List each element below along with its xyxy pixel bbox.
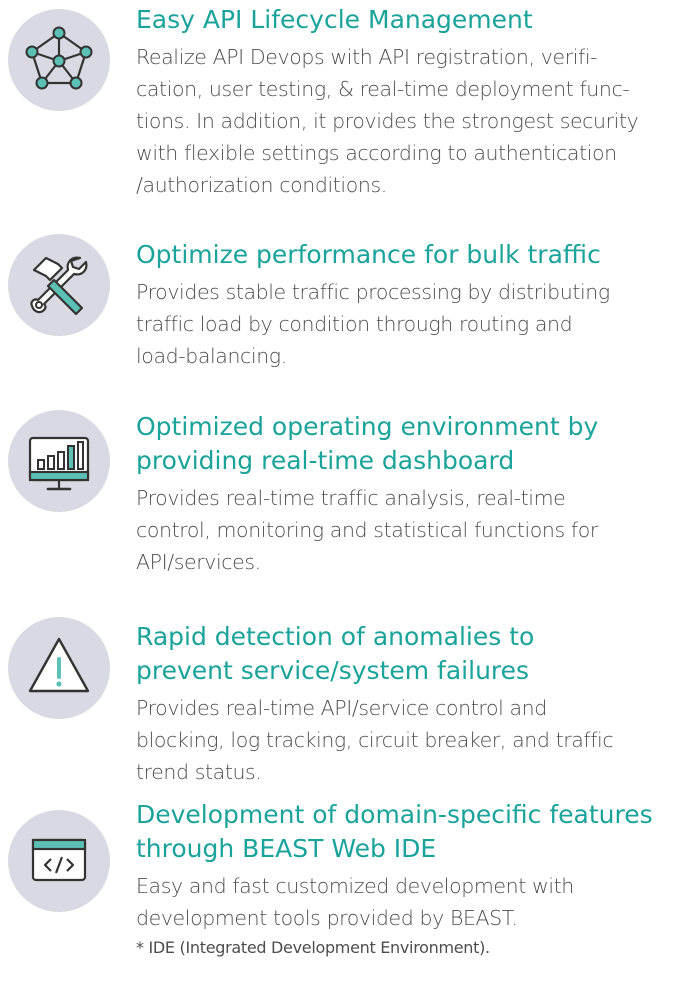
dashboard-monitor-icon [28, 436, 90, 491]
desc-line: cation, user testing, & real-time deploy… [136, 77, 630, 101]
title-line: Rapid detection of anomalies to [136, 622, 535, 651]
desc-line: load-balancing. [136, 344, 287, 368]
title-line: providing real-time dashboard [136, 446, 515, 475]
desc-line: Realize API Devops with API registration… [136, 45, 598, 69]
desc-line: Easy and fast customized development wit… [136, 874, 574, 898]
code-window-icon [31, 838, 87, 882]
hammer-wrench-icon [30, 256, 88, 316]
feature-title: Optimized operating environment by provi… [136, 410, 681, 478]
feature-description: Easy and fast customized development wit… [136, 870, 681, 934]
warning-triangle-icon [28, 637, 90, 693]
desc-line: Provides real-time API/service control a… [136, 696, 547, 720]
feature-title: Development of domain-specific features … [136, 798, 681, 866]
desc-line: with flexible settings according to auth… [136, 141, 617, 165]
feature-title: Rapid detection of anomalies to prevent … [136, 620, 681, 688]
feature-icon-circle [8, 810, 110, 912]
desc-line: traffic load by condition through routin… [136, 312, 573, 336]
feature-description: Provides stable traffic processing by di… [136, 276, 681, 372]
feature-footnote: * IDE (Integrated Development Environmen… [136, 938, 490, 957]
title-line: Development of domain-specific features [136, 800, 653, 829]
desc-line: /authorization conditions. [136, 173, 387, 197]
desc-line: API/services. [136, 550, 261, 574]
desc-line: Provides real-time traffic analysis, rea… [136, 486, 566, 510]
feature-icon-circle [8, 617, 110, 719]
feature-description: Provides real-time traffic analysis, rea… [136, 482, 681, 578]
title-line: prevent service/system failures [136, 656, 530, 685]
desc-line: Provides stable traffic processing by di… [136, 280, 610, 304]
desc-line: trend status. [136, 760, 262, 784]
feature-icon-circle [8, 234, 110, 336]
title-line: through BEAST Web IDE [136, 834, 437, 863]
feature-icon-circle [8, 9, 110, 111]
feature-description: Provides real-time API/service control a… [136, 692, 681, 788]
feature-title: Optimize performance for bulk traffic [136, 240, 601, 269]
title-line: Optimized operating environment by [136, 412, 599, 441]
desc-line: control, monitoring and statistical func… [136, 518, 598, 542]
desc-line: blocking, log tracking, circuit breaker,… [136, 728, 614, 752]
feature-description: Realize API Devops with API registration… [136, 41, 681, 201]
network-nodes-icon [25, 26, 93, 90]
feature-title: Easy API Lifecycle Management [136, 5, 533, 34]
feature-icon-circle [8, 410, 110, 512]
desc-line: tions. In addition, it provides the stro… [136, 109, 639, 133]
desc-line: development tools provided by BEAST. [136, 906, 518, 930]
